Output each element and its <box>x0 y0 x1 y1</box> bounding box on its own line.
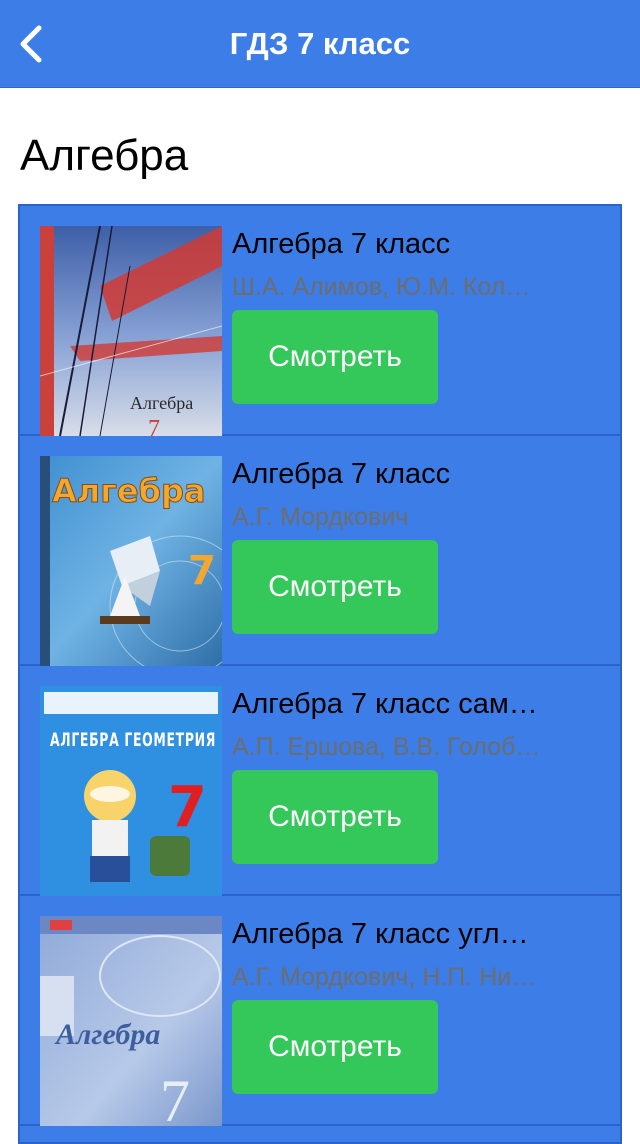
book-cover-image: Алгебра 7 <box>40 456 222 666</box>
cover-number: 7 <box>168 775 207 840</box>
book-authors: А.Г. Мордкович, Н.П. Ни… <box>232 963 537 991</box>
book-title: Алгебра 7 класс угл… <box>232 918 529 950</box>
list-item[interactable]: Алгебра 7 Алгебра 7 класс Ш.А. Алимов, Ю… <box>20 206 620 436</box>
view-button[interactable]: Смотреть <box>232 1000 438 1094</box>
view-button[interactable]: Смотреть <box>232 770 438 864</box>
list-item[interactable]: АЛГЕБРА ГЕОМЕТРИЯ 7 Алгебра 7 класс сам…… <box>20 666 620 896</box>
cover-number: 7 <box>148 416 160 436</box>
book-title: Алгебра 7 класс сам… <box>232 688 538 720</box>
back-button[interactable] <box>8 16 56 72</box>
section-title: Алгебра <box>20 131 189 180</box>
book-list: Алгебра 7 Алгебра 7 класс Ш.А. Алимов, Ю… <box>18 204 622 1144</box>
book-cover-image: Алгебра 7 <box>40 916 222 1126</box>
cover-title: Алгебра <box>130 393 193 413</box>
book-authors: А.П. Ершова, В.В. Голоб… <box>232 733 541 761</box>
cover-number: 7 <box>188 548 216 594</box>
page-title: ГДЗ 7 класс <box>229 26 411 61</box>
cover-title: Алгебра <box>54 1018 160 1051</box>
nav-bar: ГДЗ 7 класс <box>0 0 640 88</box>
chevron-left-icon <box>20 25 42 63</box>
book-title: Алгебра 7 класс <box>232 228 451 260</box>
book-authors: Ш.А. Алимов, Ю.М. Кол… <box>232 273 531 301</box>
book-cover-image: Алгебра 7 <box>40 226 222 436</box>
view-button[interactable]: Смотреть <box>232 310 438 404</box>
view-button[interactable]: Смотреть <box>232 540 438 634</box>
cover-title: Алгебра <box>52 472 205 510</box>
cover-title: АЛГЕБРА ГЕОМЕТРИЯ <box>50 729 216 751</box>
list-item[interactable]: Алгебра 7 Алгебра 7 класс А.Г. Мордкович… <box>20 436 620 666</box>
book-authors: А.Г. Мордкович <box>232 503 409 531</box>
cover-number: 7 <box>160 1068 190 1126</box>
book-title: Алгебра 7 класс <box>232 458 451 490</box>
list-item[interactable]: Алгебра 7 Алгебра 7 класс угл… А.Г. Морд… <box>20 896 620 1126</box>
book-cover-image: АЛГЕБРА ГЕОМЕТРИЯ 7 <box>40 686 222 896</box>
